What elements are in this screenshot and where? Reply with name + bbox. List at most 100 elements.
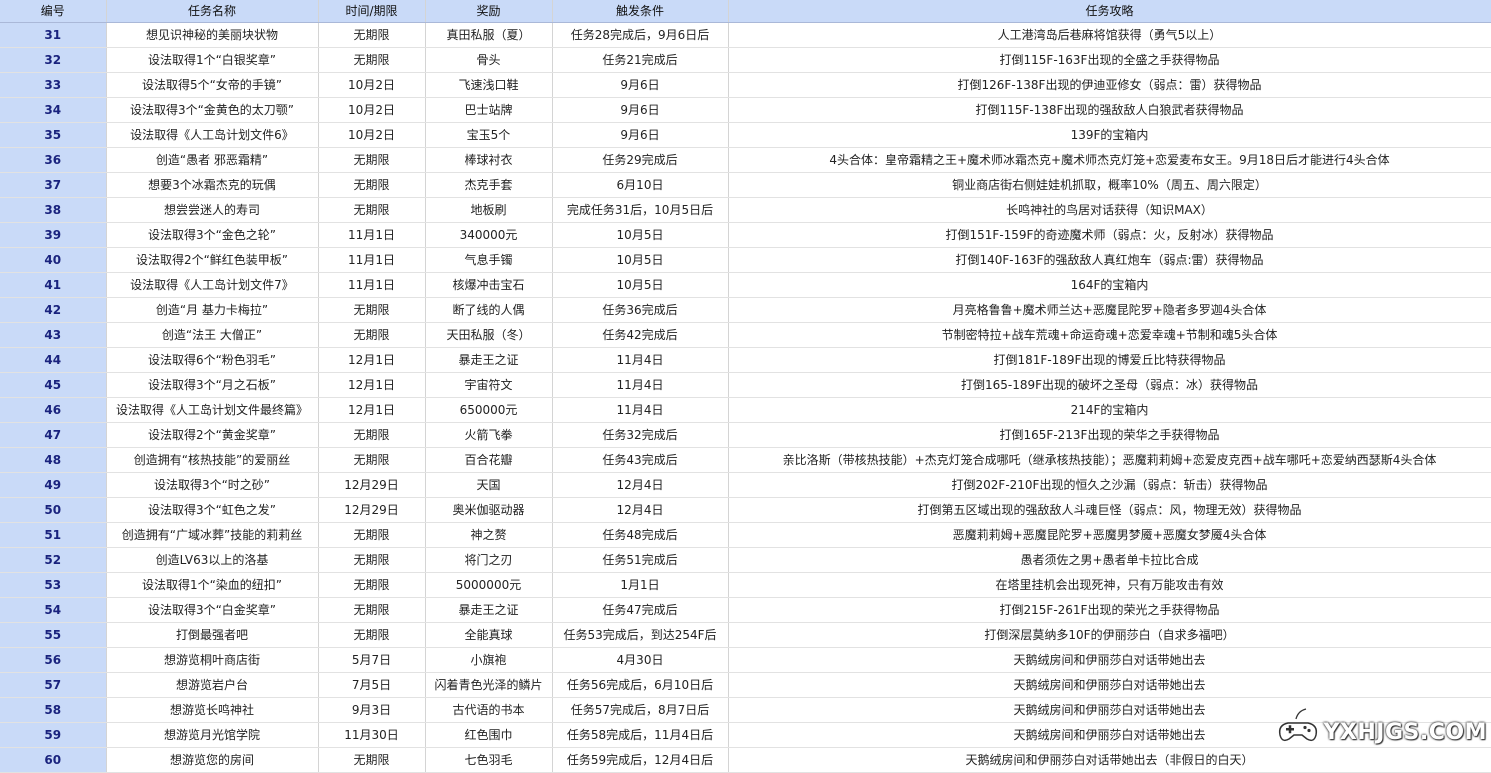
header-deadline: 时间/期限	[318, 0, 426, 23]
quest-reward: 百合花瓣	[425, 447, 553, 473]
quest-deadline: 12月1日	[318, 347, 426, 373]
table-row: 48 创造拥有“核热技能”的爱丽丝 无期限 百合花瓣 任务43完成后 亲比洛斯（带核热技能…	[0, 447, 1491, 473]
quest-guide: 在塔里挂机会出现死神，只有万能攻击有效	[728, 572, 1491, 598]
quest-reward: 断了线的人偶	[425, 297, 553, 323]
table-row: 58 想游览长鸣神社 9月3日 古代语的书本 任务57完成后，8月7日后 天鹅绒房间和伊丽…	[0, 697, 1491, 723]
quest-deadline: 无期限	[318, 597, 426, 623]
quest-name: 设法取得3个“金色之轮”	[106, 222, 319, 248]
quest-guide: 节制密特拉+战车荒魂+命运奇魂+恋爱幸魂+节制和魂5头合体	[728, 322, 1491, 348]
quest-name: 想游览桐叶商店街	[106, 647, 319, 673]
quest-trigger: 1月1日	[552, 572, 729, 598]
quest-reward: 天田私服（冬）	[425, 322, 553, 348]
table-row: 31 想见识神秘的美丽块状物 无期限 真田私服（夏） 任务28完成后，9月6日后 人工港湾…	[0, 22, 1491, 48]
quest-trigger: 任务53完成后，到达254F后	[552, 622, 729, 648]
quest-deadline: 12月1日	[318, 397, 426, 423]
quest-reward: 飞速浅口鞋	[425, 72, 553, 98]
quest-guide: 天鹅绒房间和伊丽莎白对话带她出去（非假日的白天）	[728, 747, 1491, 773]
quest-number: 40	[0, 247, 107, 273]
quest-deadline: 10月2日	[318, 97, 426, 123]
table-row: 45 设法取得3个“月之石板” 12月1日 宇宙符文 11月4日 打倒165-189F出现…	[0, 372, 1491, 398]
quest-number: 54	[0, 597, 107, 623]
table-row: 46 设法取得《人工岛计划文件最终篇》 12月1日 650000元 11月4日 214F的…	[0, 397, 1491, 423]
table-row: 35 设法取得《人工岛计划文件6》 10月2日 宝玉5个 9月6日 139F的宝箱内	[0, 122, 1491, 148]
quest-number: 35	[0, 122, 107, 148]
table-row: 40 设法取得2个“鲜红色装甲板” 11月1日 气息手镯 10月5日 打倒140F-163…	[0, 247, 1491, 273]
table-row: 51 创造拥有“广域冰葬”技能的莉莉丝 无期限 神之赘 任务48完成后 恶魔莉莉姆+恶魔昆…	[0, 522, 1491, 548]
header-trigger: 触发条件	[552, 0, 729, 23]
quest-trigger: 任务36完成后	[552, 297, 729, 323]
quest-deadline: 无期限	[318, 522, 426, 548]
quest-reward: 全能真球	[425, 622, 553, 648]
quest-name: 打倒最强者吧	[106, 622, 319, 648]
quest-number: 60	[0, 747, 107, 773]
quest-trigger: 任务59完成后，12月4日后	[552, 747, 729, 773]
quest-number: 59	[0, 722, 107, 748]
table-row: 44 设法取得6个“粉色羽毛” 12月1日 暴走王之证 11月4日 打倒181F-189F…	[0, 347, 1491, 373]
quest-number: 50	[0, 497, 107, 523]
quest-name: 想游览长鸣神社	[106, 697, 319, 723]
table-row: 37 想要3个冰霜杰克的玩偶 无期限 杰克手套 6月10日 铜业商店街右侧娃娃机抓取，概率…	[0, 172, 1491, 198]
quest-deadline: 无期限	[318, 422, 426, 448]
quest-deadline: 无期限	[318, 547, 426, 573]
quest-number: 52	[0, 547, 107, 573]
quest-trigger: 10月5日	[552, 272, 729, 298]
quest-deadline: 无期限	[318, 572, 426, 598]
quest-deadline: 10月2日	[318, 122, 426, 148]
quest-guide: 4头合体：皇帝霜精之王+魔术师冰霜杰克+魔术师杰克灯笼+恋爱麦布女王。9月18日…	[728, 147, 1491, 173]
quest-reward: 红色围巾	[425, 722, 553, 748]
quest-reward: 将门之刃	[425, 547, 553, 573]
quest-deadline: 10月2日	[318, 72, 426, 98]
quest-number: 42	[0, 297, 107, 323]
quest-name: 设法取得3个“月之石板”	[106, 372, 319, 398]
quest-number: 47	[0, 422, 107, 448]
quest-number: 57	[0, 672, 107, 698]
quest-name: 设法取得2个“鲜红色装甲板”	[106, 247, 319, 273]
quest-deadline: 无期限	[318, 147, 426, 173]
quest-trigger: 4月30日	[552, 647, 729, 673]
quest-number: 39	[0, 222, 107, 248]
table-row: 60 想游览您的房间 无期限 七色羽毛 任务59完成后，12月4日后 天鹅绒房间和伊丽莎白…	[0, 747, 1491, 773]
quest-number: 46	[0, 397, 107, 423]
quest-reward: 古代语的书本	[425, 697, 553, 723]
quest-trigger: 任务32完成后	[552, 422, 729, 448]
quest-trigger: 任务29完成后	[552, 147, 729, 173]
quest-number: 51	[0, 522, 107, 548]
quest-reward: 真田私服（夏）	[425, 22, 553, 48]
quest-table: 编号 任务名称 时间/期限 奖励 触发条件 任务攻略 31 想见识神秘的美丽块状物 无期限 真田…	[0, 0, 1491, 773]
quest-name: 想游览您的房间	[106, 747, 319, 773]
quest-trigger: 6月10日	[552, 172, 729, 198]
table-row: 56 想游览桐叶商店街 5月7日 小旗袍 4月30日 天鹅绒房间和伊丽莎白对话带她出去	[0, 647, 1491, 673]
quest-trigger: 12月4日	[552, 497, 729, 523]
table-row: 39 设法取得3个“金色之轮” 11月1日 340000元 10月5日 打倒151F-15…	[0, 222, 1491, 248]
quest-trigger: 10月5日	[552, 247, 729, 273]
quest-name: 设法取得3个“时之砂”	[106, 472, 319, 498]
quest-number: 55	[0, 622, 107, 648]
quest-reward: 天国	[425, 472, 553, 498]
table-row: 38 想尝尝迷人的寿司 无期限 地板刷 完成任务31后，10月5日后 长鸣神社的鸟居对话获…	[0, 197, 1491, 223]
quest-trigger: 任务51完成后	[552, 547, 729, 573]
quest-name: 设法取得3个“金黄色的太刀颚”	[106, 97, 319, 123]
quest-name: 设法取得1个“染血的纽扣”	[106, 572, 319, 598]
quest-reward: 暴走王之证	[425, 347, 553, 373]
quest-guide: 打倒115F-163F出现的全盛之手获得物品	[728, 47, 1491, 73]
quest-trigger: 任务56完成后，6月10日后	[552, 672, 729, 698]
quest-guide: 打倒165-189F出现的破坏之圣母（弱点：冰）获得物品	[728, 372, 1491, 398]
quest-trigger: 任务42完成后	[552, 322, 729, 348]
quest-reward: 神之赘	[425, 522, 553, 548]
quest-guide: 铜业商店街右侧娃娃机抓取，概率10%（周五、周六限定）	[728, 172, 1491, 198]
table-body: 31 想见识神秘的美丽块状物 无期限 真田私服（夏） 任务28完成后，9月6日后 人工港湾…	[0, 22, 1491, 773]
quest-name: 想要3个冰霜杰克的玩偶	[106, 172, 319, 198]
quest-number: 48	[0, 447, 107, 473]
quest-number: 49	[0, 472, 107, 498]
quest-deadline: 11月1日	[318, 272, 426, 298]
table-row: 50 设法取得3个“虹色之发” 12月29日 奥米伽驱动器 12月4日 打倒第五区域出现的…	[0, 497, 1491, 523]
header-quest-name: 任务名称	[106, 0, 319, 23]
quest-name: 创造拥有“核热技能”的爱丽丝	[106, 447, 319, 473]
quest-trigger: 任务28完成后，9月6日后	[552, 22, 729, 48]
header-reward: 奖励	[425, 0, 553, 23]
header-row: 编号 任务名称 时间/期限 奖励 触发条件 任务攻略	[0, 0, 1491, 23]
quest-trigger: 9月6日	[552, 97, 729, 123]
quest-name: 设法取得1个“白银奖章”	[106, 47, 319, 73]
quest-name: 设法取得《人工岛计划文件6》	[106, 122, 319, 148]
quest-guide: 天鹅绒房间和伊丽莎白对话带她出去	[728, 647, 1491, 673]
